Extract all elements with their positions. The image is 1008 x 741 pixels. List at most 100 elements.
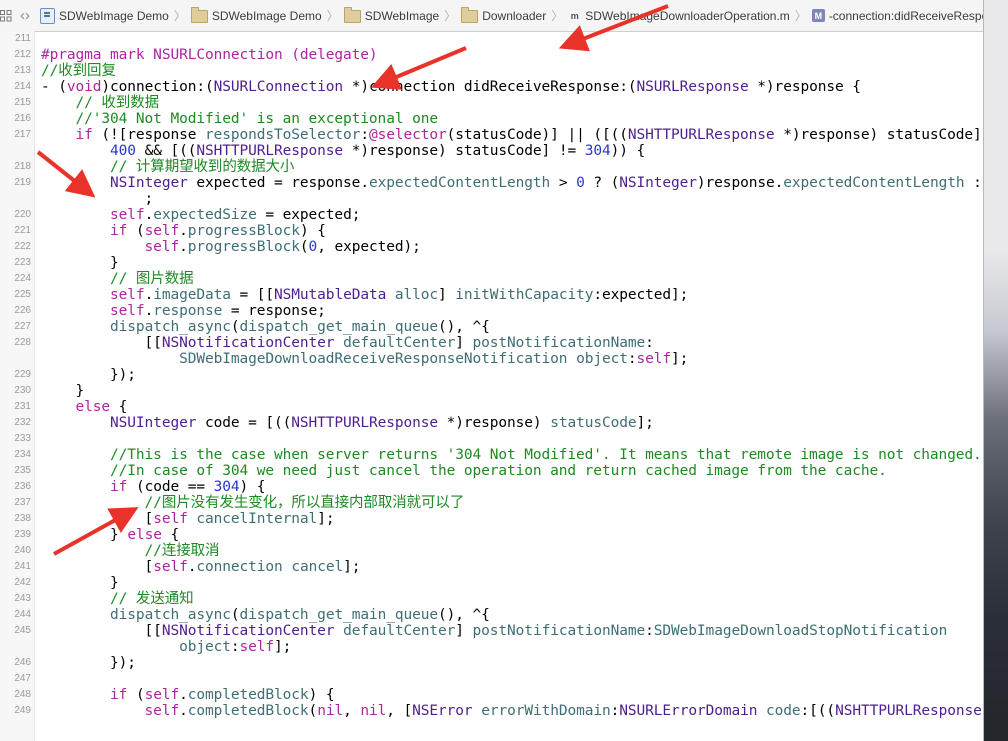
code-line[interactable]: 211 bbox=[0, 31, 983, 47]
code-token: *)response) statusCode] != bbox=[343, 143, 585, 159]
code-line[interactable]: 232 NSUInteger code = [((NSHTTPURLRespon… bbox=[0, 415, 983, 431]
breadcrumb-group[interactable]: SDWebImage Demo bbox=[189, 7, 324, 23]
code-token: ]; bbox=[274, 639, 292, 655]
code-token: ; bbox=[41, 191, 154, 207]
code-line[interactable]: 233 bbox=[0, 431, 983, 447]
code-line[interactable]: 216 //'304 Not Modified' is an exception… bbox=[0, 111, 983, 127]
code-line[interactable]: 212 #pragma mark NSURLConnection (delegat… bbox=[0, 47, 983, 63]
breadcrumb-group[interactable]: SDWebImage bbox=[342, 7, 441, 23]
code-line[interactable]: 229 }); bbox=[0, 367, 983, 383]
code-line[interactable]: 227 dispatch_async(dispatch_get_main_que… bbox=[0, 319, 983, 335]
line-number: 215 bbox=[14, 97, 31, 108]
code-token: (![response bbox=[92, 127, 205, 143]
code-line[interactable]: 249 self.completedBlock(nil, nil, [NSErr… bbox=[0, 703, 983, 719]
code-line[interactable]: 217 if (![response respondsToSelector:@s… bbox=[0, 127, 983, 143]
line-number: 226 bbox=[14, 305, 31, 316]
code-token: , bbox=[343, 703, 361, 719]
code-line[interactable]: 223 } bbox=[0, 255, 983, 271]
chevron-right-icon: 〉 bbox=[444, 9, 457, 23]
code-line[interactable]: 214 - (void)connection:(NSURLConnection *… bbox=[0, 79, 983, 95]
code-line[interactable]: ; bbox=[0, 191, 983, 207]
code-line[interactable]: 235 //In case of 304 we need just cancel… bbox=[0, 463, 983, 479]
code-line[interactable]: 245 [[NSNotificationCenter defaultCenter… bbox=[0, 623, 983, 639]
related-items-grid-icon[interactable] bbox=[0, 5, 12, 27]
line-number: 237 bbox=[14, 497, 31, 508]
code-token: = response; bbox=[222, 303, 326, 319]
code-token: //In case of 304 we need just cancel the… bbox=[41, 463, 887, 479]
breadcrumb-method[interactable]: M -connection:didReceiveResponse: bbox=[810, 9, 983, 23]
code-text: self.progressBlock(0, expected); bbox=[41, 239, 421, 255]
code-line[interactable]: SDWebImageDownloadReceiveResponseNotific… bbox=[0, 351, 983, 367]
line-number: 213 bbox=[14, 65, 31, 76]
code-token: cancel bbox=[291, 559, 344, 575]
code-line[interactable]: 243 // 发送通知 bbox=[0, 591, 983, 607]
line-number: 232 bbox=[14, 417, 31, 428]
forward-arrow-icon[interactable]: › bbox=[25, 5, 30, 27]
code-token: : bbox=[610, 703, 620, 719]
code-token: errorWithDomain bbox=[481, 703, 611, 719]
code-line[interactable]: object:self]; bbox=[0, 639, 983, 655]
code-line[interactable]: 240 //连接取消 bbox=[0, 543, 983, 559]
code-line[interactable]: 234 //This is the case when server retur… bbox=[0, 447, 983, 463]
breadcrumb-project[interactable]: SDWebImage Demo bbox=[38, 7, 171, 24]
code-line[interactable]: 248 if (self.completedBlock) { bbox=[0, 687, 983, 703]
code-line[interactable]: 218 // 计算期望收到的数据大小 bbox=[0, 159, 983, 175]
code-token: ] bbox=[438, 287, 456, 303]
code-text: } bbox=[41, 255, 119, 271]
code-line[interactable]: 226 self.response = response; bbox=[0, 303, 983, 319]
code-line[interactable]: 225 self.imageData = [[NSMutableData all… bbox=[0, 287, 983, 303]
code-line[interactable]: 242 } bbox=[0, 575, 983, 591]
code-text: NSInteger expected = response.expectedCo… bbox=[41, 175, 983, 191]
breadcrumb-label: SDWebImage bbox=[364, 8, 440, 23]
code-line[interactable]: 236 if (code == 304) { bbox=[0, 479, 983, 495]
jump-bar: ‹ › SDWebImage Demo 〉 SDWebImage Demo 〉 … bbox=[0, 0, 983, 32]
code-token: self bbox=[41, 287, 145, 303]
code-line[interactable]: 238 [self cancelInternal]; bbox=[0, 511, 983, 527]
code-line[interactable]: 246 }); bbox=[0, 655, 983, 671]
code-token: expectedContentLength bbox=[368, 175, 551, 191]
line-number: 216 bbox=[14, 113, 31, 124]
code-token: object bbox=[576, 351, 628, 367]
code-text: }); bbox=[41, 655, 136, 671]
code-token: code = [(( bbox=[196, 415, 292, 431]
code-line[interactable]: 241 [self.connection cancel]; bbox=[0, 559, 983, 575]
code-text: // 计算期望收到的数据大小 bbox=[41, 159, 294, 175]
code-line[interactable]: 222 self.progressBlock(0, expected); bbox=[0, 239, 983, 255]
code-line[interactable]: 219 NSInteger expected = response.expect… bbox=[0, 175, 983, 191]
code-line[interactable]: 228 [[NSNotificationCenter defaultCenter… bbox=[0, 335, 983, 351]
code-token: : bbox=[230, 639, 240, 655]
code-line[interactable]: 400 && [((NSHTTPURLResponse *)response) … bbox=[0, 143, 983, 159]
code-line[interactable]: 215 // 收到数据 bbox=[0, 95, 983, 111]
code-line[interactable]: 231 else { bbox=[0, 399, 983, 415]
code-text: SDWebImageDownloadReceiveResponseNotific… bbox=[41, 351, 688, 367]
code-line[interactable]: 239 } else { bbox=[0, 527, 983, 543]
code-token: self bbox=[41, 207, 145, 223]
line-number: 220 bbox=[14, 209, 31, 220]
code-token: ]; bbox=[636, 415, 654, 431]
code-line[interactable]: 247 bbox=[0, 671, 983, 687]
code-token: cancelInternal bbox=[196, 511, 318, 527]
breadcrumb-group[interactable]: Downloader bbox=[459, 7, 548, 23]
code-line[interactable]: 220 self.expectedSize = expected; bbox=[0, 207, 983, 223]
line-number: 248 bbox=[14, 689, 31, 700]
code-line[interactable]: 237 //图片没有发生变化，所以直接内部取消就可以了 bbox=[0, 495, 983, 511]
code-token: : bbox=[645, 623, 654, 639]
code-line[interactable]: 224 // 图片数据 bbox=[0, 271, 983, 287]
code-token: nil bbox=[317, 703, 344, 719]
code-token: //'304 Not Modified' is an exceptional o… bbox=[41, 111, 439, 127]
line-number: 236 bbox=[14, 481, 31, 492]
code-token: NSHTTPURLResponse bbox=[627, 127, 775, 143]
code-line[interactable]: 213 //收到回复 bbox=[0, 63, 983, 79]
code-token: . bbox=[144, 303, 154, 319]
code-line[interactable]: 244 dispatch_async(dispatch_get_main_que… bbox=[0, 607, 983, 623]
code-token: [[ bbox=[41, 335, 162, 351]
source-editor[interactable]: 211 212 #pragma mark NSURLConnection (dele… bbox=[0, 31, 983, 741]
code-line[interactable]: 221 if (self.progressBlock) { bbox=[0, 223, 983, 239]
code-token: #pragma mark NSURLConnection (delegate) bbox=[41, 47, 378, 63]
code-token: : bbox=[645, 335, 654, 351]
code-line[interactable]: 230 } bbox=[0, 383, 983, 399]
breadcrumb-file[interactable]: m SDWebImageDownloaderOperation.m bbox=[566, 9, 792, 23]
method-icon: M bbox=[811, 9, 825, 22]
